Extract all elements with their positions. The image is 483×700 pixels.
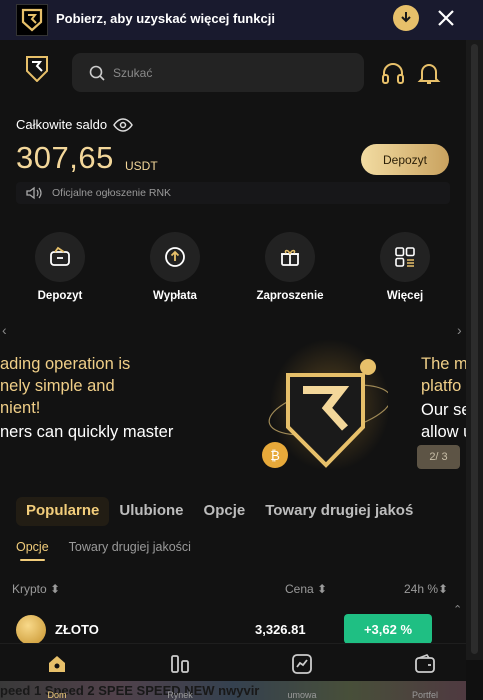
download-banner: Pobierz, aby uzyskać więcej funkcji (0, 0, 483, 40)
nav-wallet[interactable]: Portfel (395, 652, 455, 700)
app-logo-icon (16, 4, 48, 36)
close-icon[interactable] (433, 5, 459, 31)
balance-currency: USDT (125, 159, 158, 173)
deposit-button[interactable]: Depozyt (361, 144, 449, 175)
header-change[interactable]: 24h %⬍ (404, 582, 448, 596)
subtab-options[interactable]: Opcje (16, 540, 49, 561)
tab-favorites[interactable]: Ulubione (109, 497, 193, 526)
header-price[interactable]: Cena ⬍ (285, 582, 327, 596)
headset-icon[interactable] (380, 60, 406, 86)
banner-right-line-3: Our se (421, 401, 466, 419)
banner-right-line-1: The m (421, 355, 466, 373)
action-withdraw[interactable]: Wypłata (135, 232, 215, 302)
announcement-text: Oficjalne ogłoszenie RNK (52, 187, 172, 199)
action-invite-label: Zaproszenie (256, 290, 324, 302)
search-input[interactable]: Szukać (72, 53, 364, 92)
banner-line-3: nient! (0, 399, 41, 417)
sort-icon: ⬍ (438, 582, 449, 596)
brand-3d-logo-icon: ₿ (262, 339, 388, 471)
download-icon[interactable] (393, 5, 419, 31)
gift-icon (281, 249, 299, 266)
bell-icon[interactable] (416, 60, 442, 86)
grid-icon (395, 247, 415, 267)
header-crypto[interactable]: Krypto ⬍ (12, 582, 60, 596)
row-name: ZŁOTO (55, 622, 99, 637)
market-tabs: Popularne Ulubione Opcje Towary drugiej … (16, 497, 423, 526)
balance-label: Całkowite saldo (16, 117, 133, 132)
svg-text:₿: ₿ (270, 449, 280, 464)
download-banner-text: Pobierz, aby uzyskać więcej funkcji (56, 11, 275, 26)
action-deposit[interactable]: Depozyt (20, 232, 100, 302)
header-price-label: Cena (285, 582, 314, 596)
action-more[interactable]: Więcej (365, 232, 445, 302)
subtab-secondary-goods[interactable]: Towary drugiej jakości (69, 540, 191, 554)
market-icon (171, 655, 189, 673)
row-change-badge: +3,62 % (344, 614, 432, 644)
search-placeholder: Szukać (113, 65, 153, 80)
action-withdraw-label: Wypłata (153, 290, 197, 302)
search-icon (89, 65, 105, 81)
banner-line-1: ading operation is (0, 355, 131, 373)
nav-home-label: Dom (47, 690, 67, 700)
withdraw-icon (165, 247, 185, 267)
wallet-icon (415, 654, 435, 673)
tab-options[interactable]: Opcje (194, 497, 256, 526)
carousel-pager: 2/ 3 (417, 445, 460, 469)
banner-right-line-4: allow u (421, 423, 466, 441)
banner-line-4: ners can quickly master (0, 423, 174, 441)
action-deposit-label: Depozyt (37, 290, 83, 302)
main-content: Szukać Całkowite saldo 307,65 USDT Depoz… (0, 40, 466, 660)
tab-secondary-goods[interactable]: Towary drugiej jakoś (255, 497, 423, 526)
action-invite[interactable]: Zaproszenie (250, 232, 330, 302)
nav-market[interactable]: Rynek (150, 652, 210, 700)
brand-logo-icon[interactable] (26, 56, 48, 82)
header-crypto-label: Krypto (12, 582, 47, 596)
balance-label-text: Całkowite saldo (16, 117, 108, 132)
market-subtabs: Opcje Towary drugiej jakości (16, 540, 191, 561)
row-price: 3,326.81 (255, 622, 306, 637)
home-icon (49, 656, 65, 672)
sort-icon: ⬍ (317, 582, 328, 596)
announcement-bar[interactable]: Oficjalne ogłoszenie RNK (16, 182, 450, 204)
nav-market-label: Rynek (167, 690, 193, 700)
header-change-label: 24h % (404, 582, 439, 596)
banner-right-line-2: platfo (421, 377, 462, 395)
tab-popular[interactable]: Popularne (16, 497, 110, 526)
action-more-label: Więcej (386, 290, 424, 302)
nav-contract[interactable]: umowa (272, 652, 332, 700)
nav-home[interactable]: Dom (27, 652, 87, 700)
chart-icon (292, 654, 312, 674)
carousel-next-icon[interactable]: › (457, 322, 462, 338)
balance-value: 307,65 (16, 140, 114, 175)
gold-coin-icon (16, 615, 46, 645)
wallet-icon (50, 246, 70, 266)
nav-contract-label: umowa (287, 690, 317, 700)
eye-icon[interactable] (113, 117, 133, 132)
scrollbar[interactable] (466, 40, 483, 660)
nav-wallet-label: Portfel (411, 690, 438, 700)
sort-icon: ⬍ (50, 582, 61, 596)
carousel-prev-icon[interactable]: ‹ (2, 322, 7, 338)
speaker-icon (26, 186, 42, 200)
banner-line-2: nely simple and (0, 377, 115, 395)
